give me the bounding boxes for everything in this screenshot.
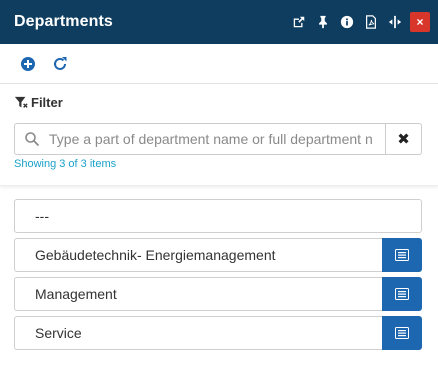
list-card-icon (395, 288, 409, 300)
pin-icon[interactable] (311, 10, 335, 34)
department-item[interactable]: Gebäudetechnik- Energiemanagement (14, 238, 382, 272)
window-title: Departments (14, 13, 113, 30)
popout-icon[interactable] (287, 10, 311, 34)
department-item[interactable]: Service (14, 316, 382, 350)
info-icon[interactable] (335, 10, 359, 34)
list-item: Management (14, 277, 422, 311)
filter-icon (14, 96, 28, 108)
details-button[interactable] (382, 316, 422, 350)
filter-heading[interactable]: Filter (14, 95, 63, 110)
search-field (14, 123, 386, 155)
list-card-icon (395, 249, 409, 261)
window-titlebar: Departments × (0, 0, 438, 44)
department-item[interactable]: Management (14, 277, 382, 311)
add-icon[interactable] (18, 54, 38, 74)
close-button[interactable]: × (410, 12, 430, 32)
list-item: Gebäudetechnik- Energiemanagement (14, 238, 422, 272)
toolbar (0, 44, 438, 84)
filter-panel: Filter ✖ Showing 3 of 3 items (0, 84, 438, 186)
filter-label: Filter (31, 95, 63, 110)
list-item: Service (14, 316, 422, 350)
resize-icon[interactable] (383, 10, 407, 34)
items-count: Showing 3 of 3 items (14, 158, 117, 170)
list-item: --- (14, 199, 422, 233)
clear-search-button[interactable]: ✖ (386, 123, 422, 155)
window-controls: × (287, 10, 430, 34)
search-input[interactable] (49, 124, 385, 154)
list-card-icon (395, 327, 409, 339)
search-icon (15, 131, 49, 147)
details-button[interactable] (382, 238, 422, 272)
details-button[interactable] (382, 277, 422, 311)
department-list: --- Gebäudetechnik- Energiemanagement Ma… (14, 199, 422, 355)
refresh-icon[interactable] (50, 54, 70, 74)
pdf-icon[interactable] (359, 10, 383, 34)
department-item-none[interactable]: --- (14, 199, 422, 233)
